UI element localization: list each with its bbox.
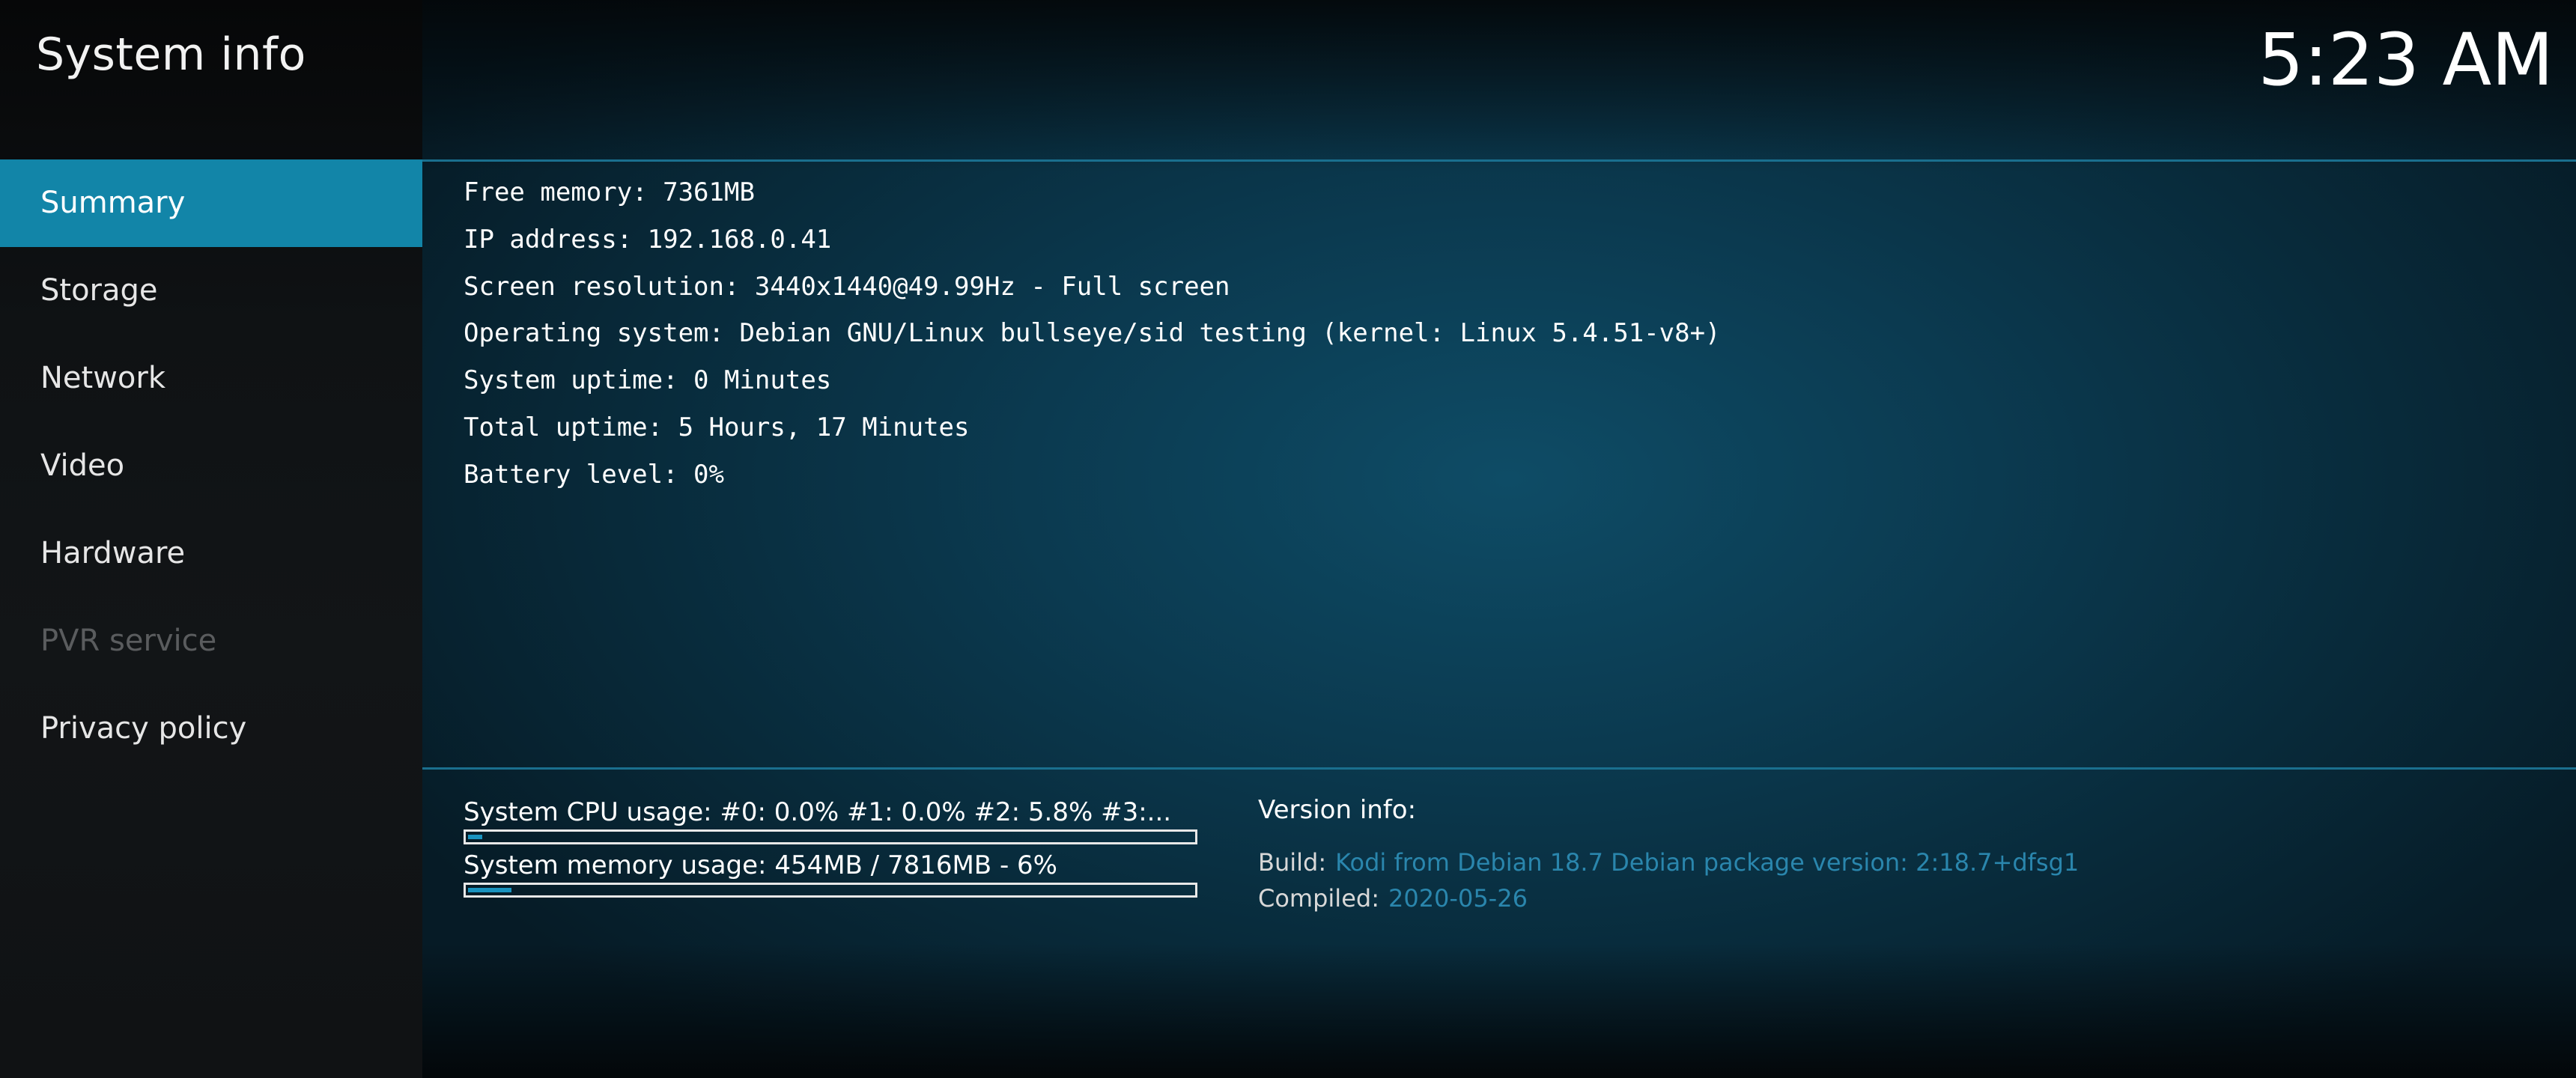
operating-system-line: Operating system: Debian GNU/Linux bulls… xyxy=(464,318,1721,349)
sidebar: System info Summary Storage Network Vide… xyxy=(0,0,422,1078)
compiled-key: Compiled: xyxy=(1258,884,1379,913)
screen-resolution-line: Screen resolution: 3440x1440@49.99Hz - F… xyxy=(464,271,1230,302)
build-key: Build: xyxy=(1258,848,1327,877)
system-uptime-line: System uptime: 0 Minutes xyxy=(464,365,832,396)
clock: 5:23 AM xyxy=(2258,18,2554,102)
build-value: Kodi from Debian 18.7 Debian package ver… xyxy=(1335,848,2080,877)
sidebar-item-storage[interactable]: Storage xyxy=(0,247,422,335)
battery-level-line: Battery level: 0% xyxy=(464,459,724,490)
compiled-value: 2020-05-26 xyxy=(1388,884,1528,913)
sidebar-item-summary[interactable]: Summary xyxy=(0,159,422,247)
version-info-title: Version info: xyxy=(1258,795,1417,825)
compiled-row: Compiled: 2020-05-26 xyxy=(1258,880,2172,916)
page-title: System info xyxy=(36,28,306,81)
sidebar-item-pvr-service: PVR service xyxy=(40,624,217,658)
sidebar-item-privacy-policy[interactable]: Privacy policy xyxy=(0,685,422,773)
memory-usage-bar-fill xyxy=(468,888,511,892)
main-panel: 5:23 AM Free memory: 7361MB IP address: … xyxy=(422,0,2576,1078)
free-memory-line: Free memory: 7361MB xyxy=(464,177,755,207)
total-uptime-line: Total uptime: 5 Hours, 17 Minutes xyxy=(464,412,970,442)
ip-address-line: IP address: 192.168.0.41 xyxy=(464,224,832,255)
cpu-usage: System CPU usage: #0: 0.0% #1: 0.0% #2: … xyxy=(464,797,1197,844)
build-row: Build: Kodi from Debian 18.7 Debian packa… xyxy=(1258,844,2172,880)
summary-info-list: Free memory: 7361MB IP address: 192.168.… xyxy=(464,174,1721,503)
system-info-window: System info Summary Storage Network Vide… xyxy=(0,0,2576,1078)
memory-usage: System memory usage: 454MB / 7816MB - 6% xyxy=(464,850,1197,898)
version-info: Version info: Build: Kodi from Debian 18.… xyxy=(1258,795,2172,916)
bottom-divider xyxy=(422,767,2576,770)
cpu-usage-bar-fill xyxy=(468,835,482,839)
sidebar-item-video[interactable]: Video xyxy=(0,422,422,510)
memory-usage-label: System memory usage: 454MB / 7816MB - 6% xyxy=(464,850,1057,880)
sidebar-menu: Summary Storage Network Video Hardware P… xyxy=(0,159,422,773)
cpu-usage-label: System CPU usage: #0: 0.0% #1: 0.0% #2: … xyxy=(464,797,1172,827)
cpu-usage-bar xyxy=(464,829,1197,844)
memory-usage-bar xyxy=(464,883,1197,898)
top-divider xyxy=(422,159,2576,162)
sidebar-item-hardware[interactable]: Hardware xyxy=(0,510,422,597)
sidebar-item-network[interactable]: Network xyxy=(0,335,422,422)
